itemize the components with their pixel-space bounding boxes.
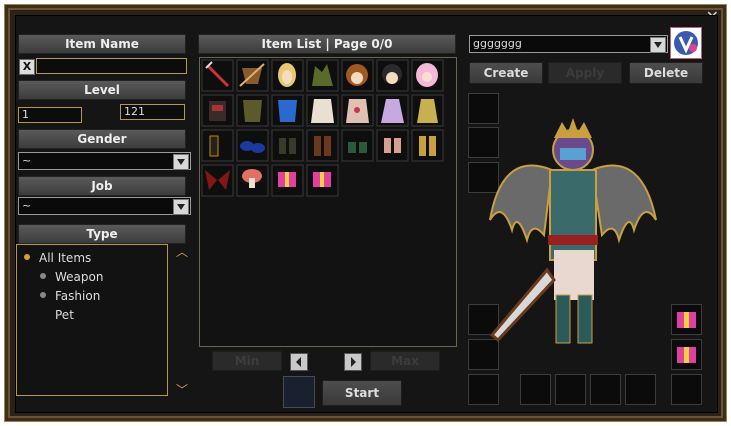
belt xyxy=(548,235,598,245)
green-boots-icon[interactable] xyxy=(341,129,374,162)
equip-slot[interactable] xyxy=(671,339,702,370)
patterned-robe-icon[interactable] xyxy=(341,94,374,127)
pink-hair-icon[interactable] xyxy=(411,59,444,92)
face-mask xyxy=(560,148,586,160)
max-button[interactable]: Max xyxy=(370,351,440,371)
equip-slot[interactable] xyxy=(555,374,586,405)
level-max-input[interactable]: 121 xyxy=(120,104,185,120)
yellow-boots-icon[interactable] xyxy=(411,129,444,162)
green-armor-icon[interactable] xyxy=(236,94,269,127)
character-dropdown[interactable]: ggggggg xyxy=(469,35,668,53)
gender-header: Gender xyxy=(18,129,186,149)
left-leg xyxy=(555,294,571,344)
mushroom-pet-icon[interactable] xyxy=(236,164,269,197)
type-weapon[interactable]: Weapon xyxy=(55,270,103,284)
job-dropdown[interactable]: ~ xyxy=(18,197,191,215)
gift-box-icon[interactable] xyxy=(306,164,339,197)
chevron-left-icon xyxy=(296,357,301,367)
torso xyxy=(549,169,597,261)
apply-button[interactable]: Apply xyxy=(548,62,622,84)
next-page-button[interactable] xyxy=(344,353,362,371)
blue-top-icon[interactable] xyxy=(271,94,304,127)
chevron-right-icon xyxy=(351,357,356,367)
prev-page-button[interactable] xyxy=(290,353,308,371)
gift-box-icon xyxy=(677,312,696,328)
player-logo-icon xyxy=(674,31,698,55)
right-leg xyxy=(577,294,593,344)
crown xyxy=(554,118,592,138)
chevron-down-icon[interactable] xyxy=(173,154,189,170)
type-fashion[interactable]: Fashion xyxy=(55,289,100,303)
job-header: Job xyxy=(18,176,186,196)
item-list-header: Item List | Page 0/0 xyxy=(198,34,456,54)
sword-icon[interactable] xyxy=(201,59,234,92)
weapon xyxy=(489,267,556,343)
black-hair-icon[interactable] xyxy=(376,59,409,92)
item-name-input[interactable] xyxy=(36,58,187,74)
dark-armor-icon[interactable] xyxy=(201,94,234,127)
type-tree: All Items Weapon Fashion Pet xyxy=(16,244,168,396)
left-wing xyxy=(489,164,554,244)
item-grid-icons xyxy=(201,59,444,197)
scroll-down-icon[interactable]: ﹀ xyxy=(176,381,188,398)
white-robe-icon[interactable] xyxy=(306,94,339,127)
gift-box-icon xyxy=(677,347,696,363)
bullet-icon xyxy=(40,292,46,298)
type-all-items[interactable]: All Items xyxy=(39,251,91,265)
type-pet[interactable]: Pet xyxy=(55,308,74,322)
red-wings-icon[interactable] xyxy=(201,164,234,197)
bullet-icon xyxy=(40,273,46,279)
equip-slot[interactable] xyxy=(590,374,621,405)
character-selected: ggggggg xyxy=(473,37,522,50)
black-gloves-icon[interactable] xyxy=(201,129,234,162)
clear-item-name-button[interactable]: X xyxy=(19,59,35,75)
delete-button[interactable]: Delete xyxy=(629,62,703,84)
dark-boots-icon[interactable] xyxy=(271,129,304,162)
selected-bullet-icon xyxy=(24,254,30,260)
create-button[interactable]: Create xyxy=(469,62,543,84)
type-header: Type xyxy=(18,224,186,244)
equip-slot[interactable] xyxy=(671,304,702,335)
level-min-input[interactable]: 1 xyxy=(18,107,82,123)
equip-slot[interactable] xyxy=(520,374,551,405)
start-button[interactable]: Start xyxy=(322,380,402,406)
item-name-header: Item Name xyxy=(18,34,186,54)
robe xyxy=(554,250,594,300)
crossbow-icon[interactable] xyxy=(236,59,269,92)
gender-selected: ~ xyxy=(22,154,32,167)
yellow-dress-icon[interactable] xyxy=(411,94,444,127)
chevron-down-icon[interactable] xyxy=(173,199,189,215)
chevron-down-icon[interactable] xyxy=(650,37,666,53)
green-helmet-icon[interactable] xyxy=(306,59,339,92)
equip-slot[interactable] xyxy=(671,374,702,405)
character-preview xyxy=(489,118,657,344)
right-wing xyxy=(590,164,657,244)
blonde-hair-icon[interactable] xyxy=(271,59,304,92)
gift-box-icon[interactable] xyxy=(271,164,304,197)
item-grid xyxy=(199,57,457,347)
brown-hair-icon[interactable] xyxy=(341,59,374,92)
equip-slot[interactable] xyxy=(625,374,656,405)
brown-boots-icon[interactable] xyxy=(306,129,339,162)
equip-slot[interactable] xyxy=(468,374,499,405)
min-button[interactable]: Min xyxy=(212,351,282,371)
avatar[interactable] xyxy=(670,27,702,59)
scroll-up-icon[interactable]: ︿ xyxy=(176,243,188,260)
pink-shoes-icon[interactable] xyxy=(376,129,409,162)
gender-dropdown[interactable]: ~ xyxy=(18,152,191,170)
blue-gloves-icon[interactable] xyxy=(236,129,269,162)
preview-slot[interactable] xyxy=(283,376,315,408)
level-header: Level xyxy=(18,80,186,100)
lavender-dress-icon[interactable] xyxy=(376,94,409,127)
job-selected: ~ xyxy=(22,199,32,212)
